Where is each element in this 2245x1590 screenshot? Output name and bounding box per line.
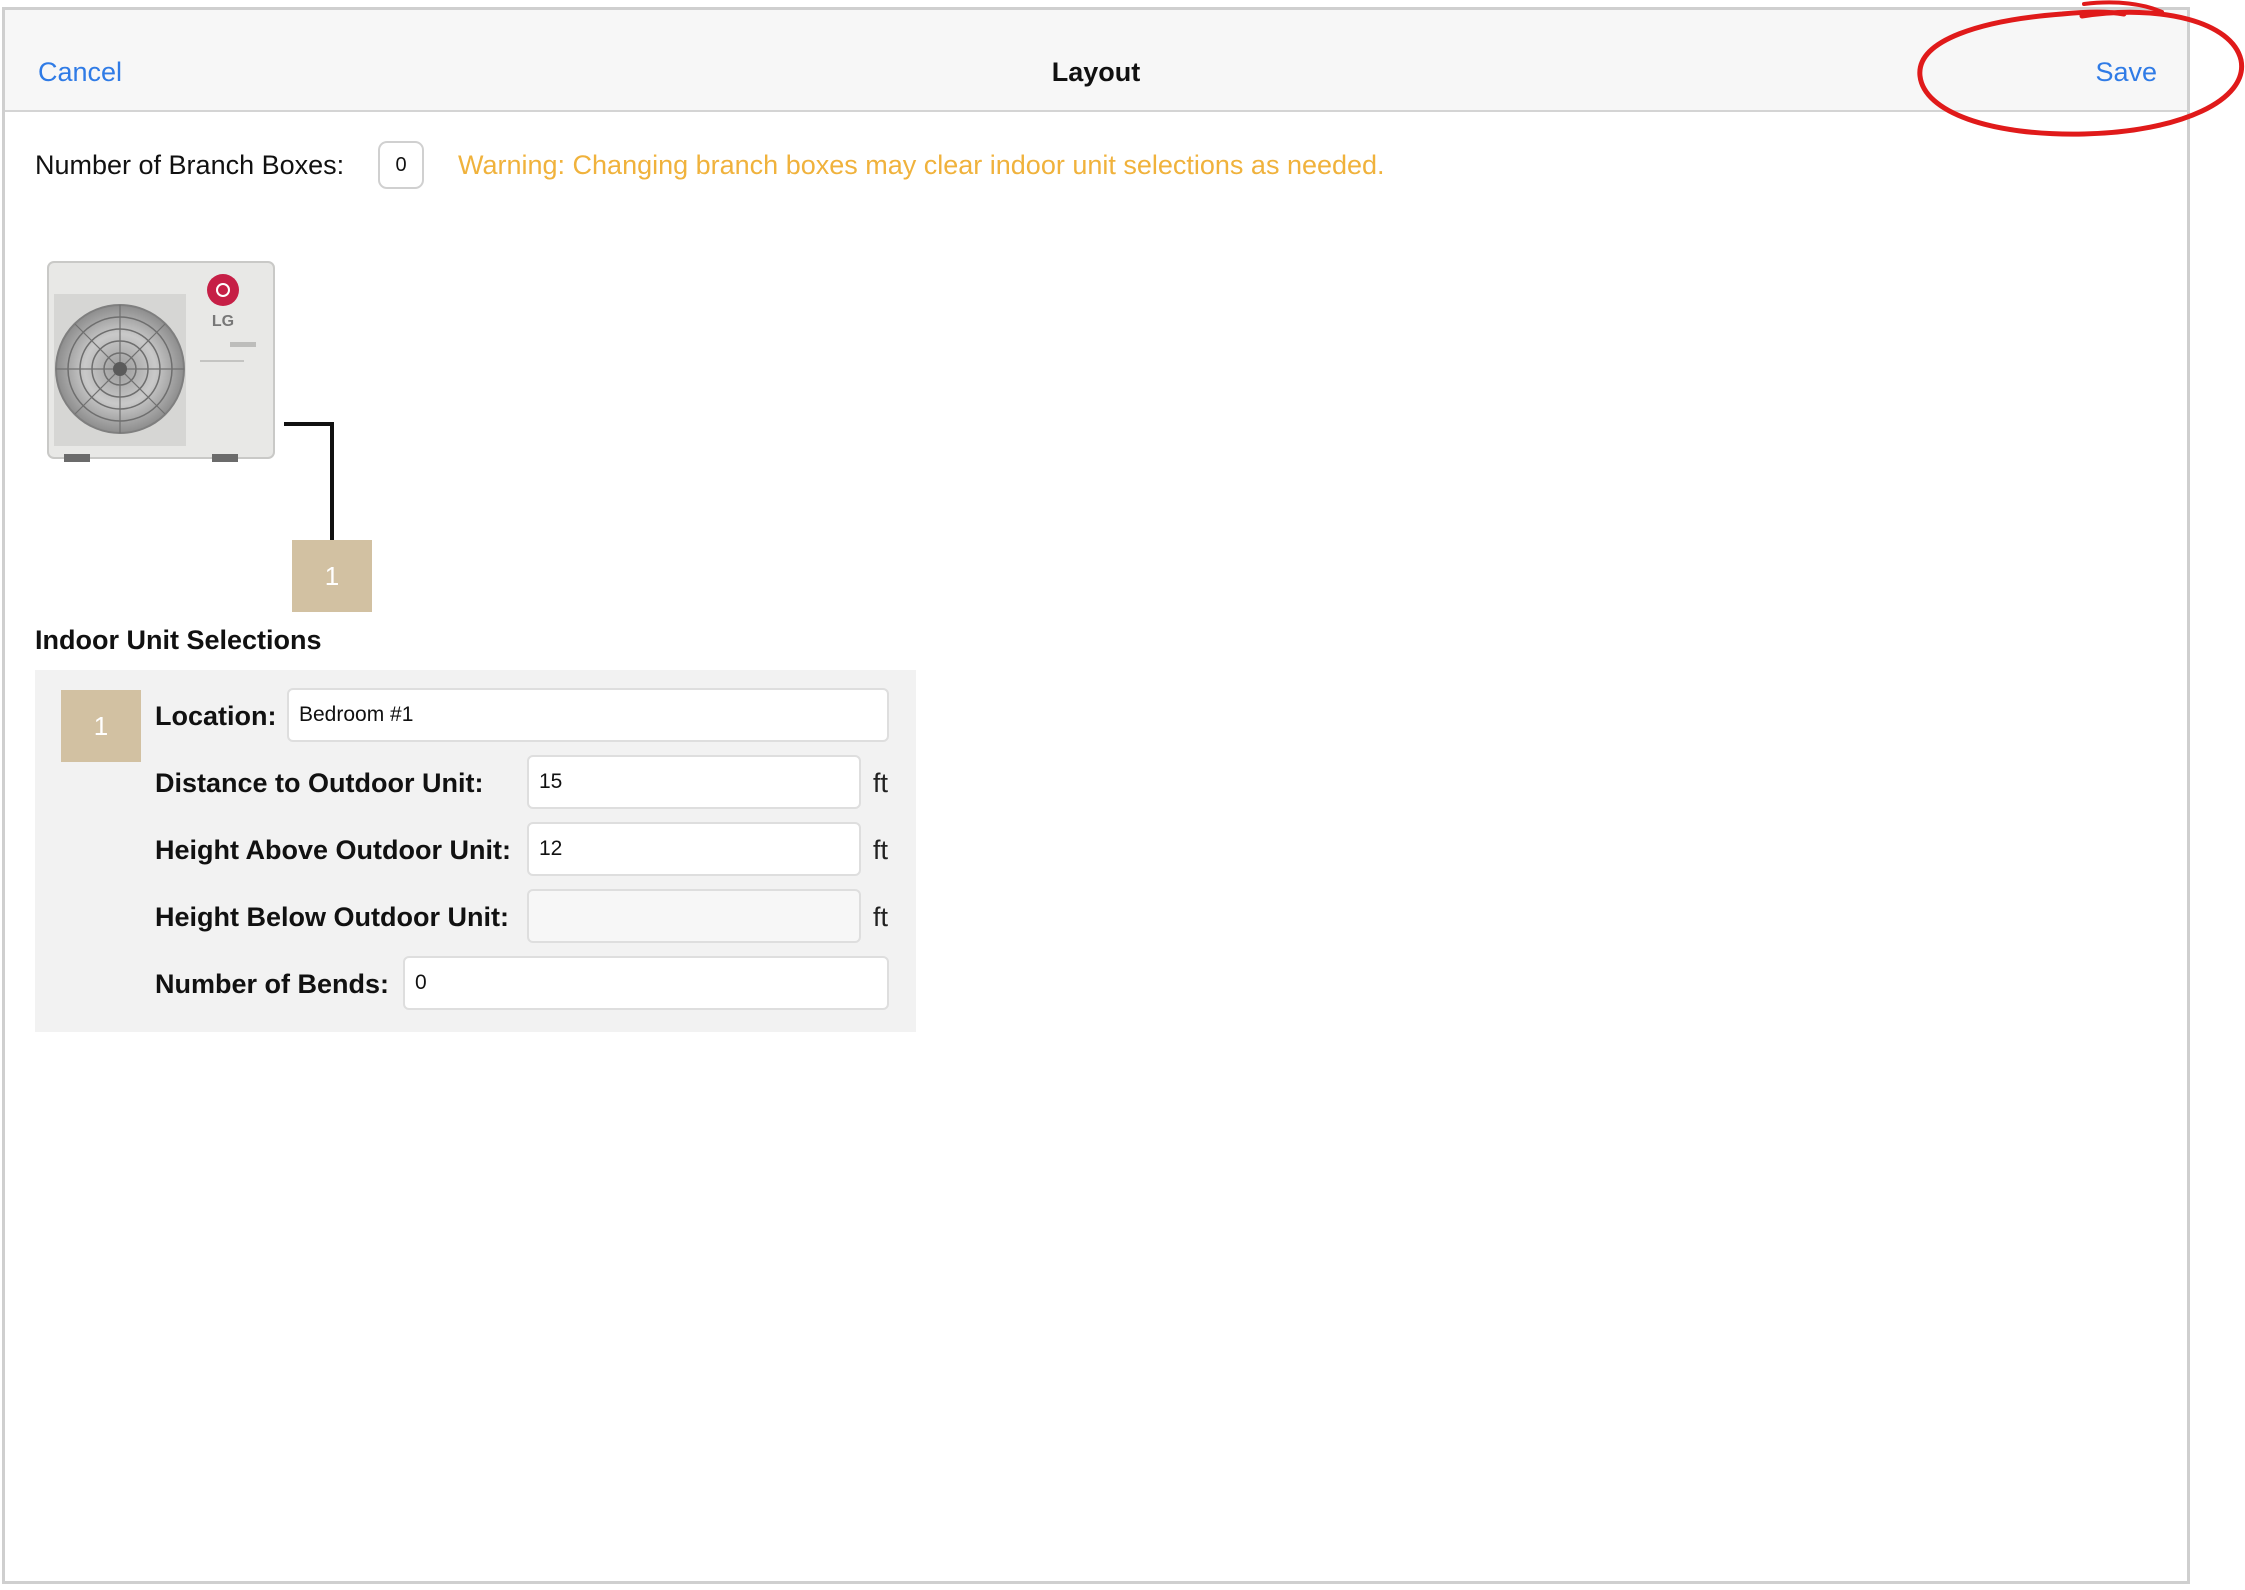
bends-input[interactable]: 0	[403, 956, 889, 1010]
indoor-unit-panel: 1 Location: Bedroom #1 Distance to Outdo…	[35, 670, 916, 1032]
location-input[interactable]: Bedroom #1	[287, 688, 889, 742]
diagram-indoor-unit-1[interactable]: 1	[292, 540, 372, 612]
outdoor-unit-image: LG	[47, 261, 275, 462]
indoor-unit-number-badge: 1	[61, 690, 141, 762]
height-above-unit: ft	[873, 835, 889, 865]
page-title: Layout	[1051, 57, 1141, 87]
height-above-input[interactable]: 12	[527, 822, 861, 876]
branch-boxes-input[interactable]: 0	[378, 141, 424, 189]
distance-label: Distance to Outdoor Unit:	[155, 768, 484, 798]
indoor-unit-selections-title: Indoor Unit Selections	[35, 625, 322, 655]
height-below-label: Height Below Outdoor Unit:	[155, 902, 509, 932]
height-above-label: Height Above Outdoor Unit:	[155, 835, 511, 865]
distance-input[interactable]: 15	[527, 755, 861, 809]
height-below-unit: ft	[873, 902, 889, 932]
height-below-input[interactable]	[527, 889, 861, 943]
bends-label: Number of Bends:	[155, 969, 390, 999]
branch-boxes-label: Number of Branch Boxes:	[35, 150, 345, 180]
save-button[interactable]: Save	[2095, 57, 2157, 88]
navigation-bar: Cancel Layout Save	[5, 10, 2187, 112]
distance-unit: ft	[873, 768, 889, 798]
location-label: Location:	[155, 701, 277, 731]
refrigerant-line	[284, 422, 334, 540]
lg-logo-text: LG	[212, 313, 234, 330]
branch-boxes-warning: Warning: Changing branch boxes may clear…	[458, 150, 1385, 180]
